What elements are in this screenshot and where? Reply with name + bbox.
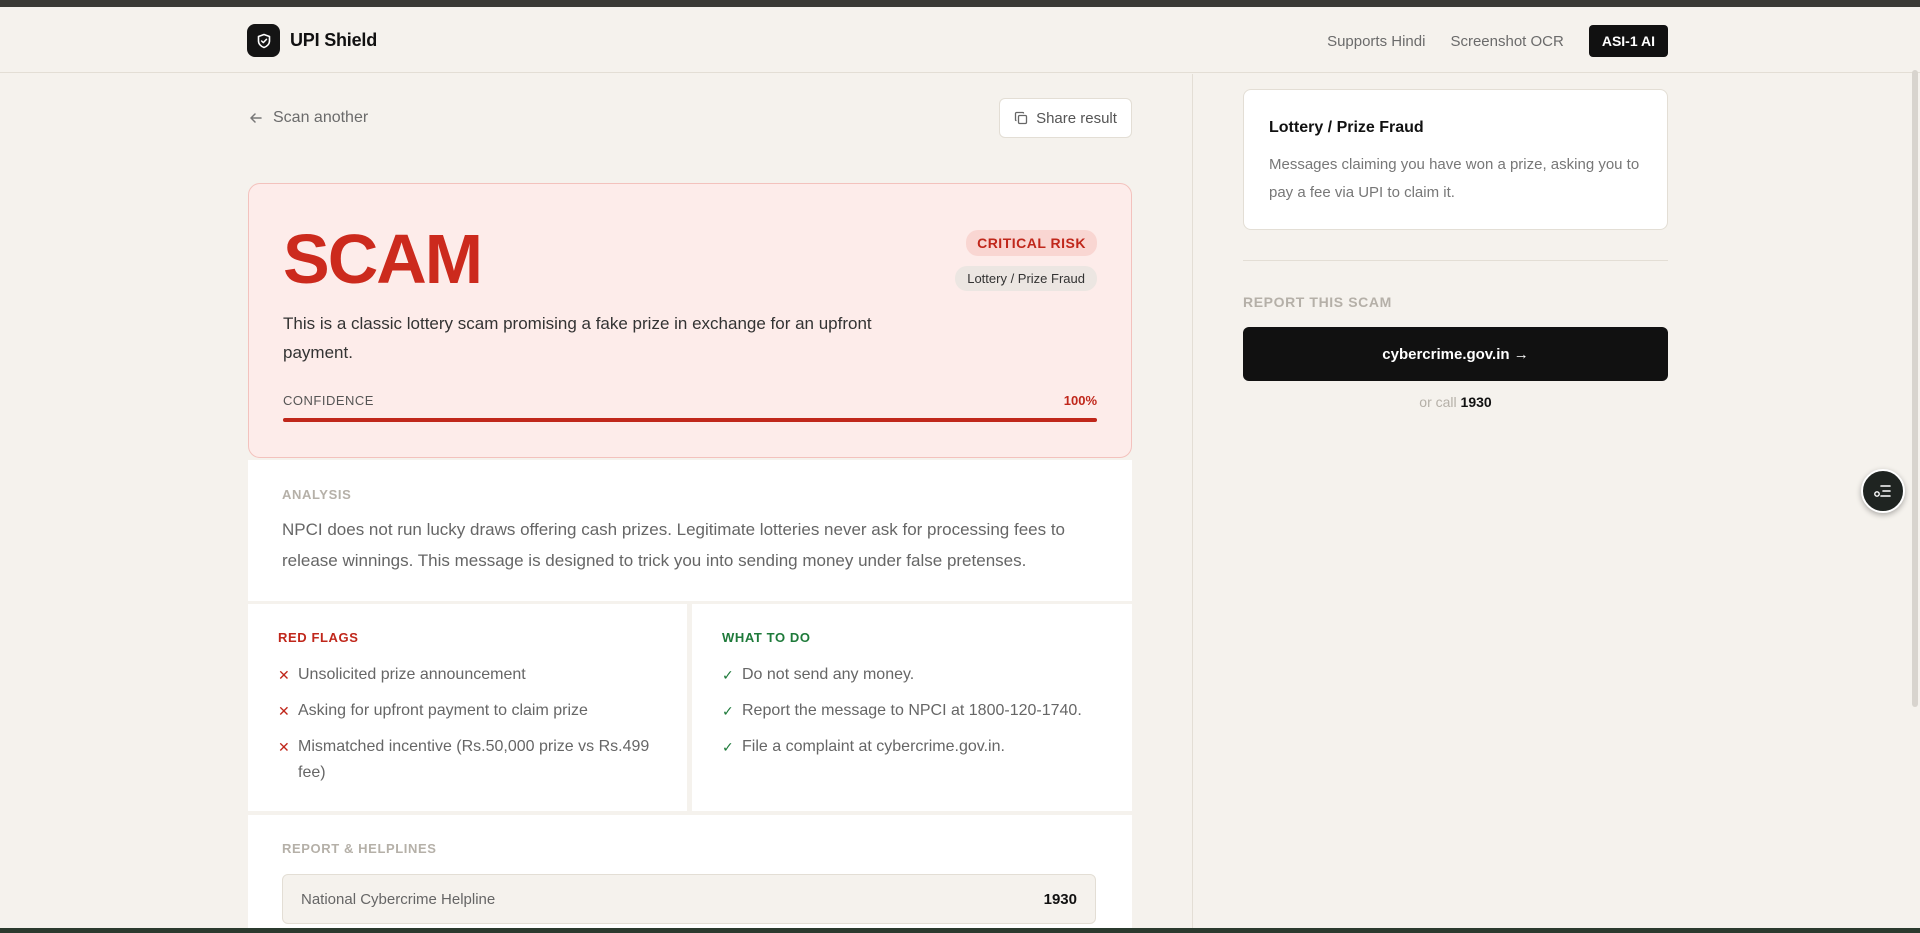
- ai-badge[interactable]: ASI-1 AI: [1588, 25, 1668, 57]
- list-item: ✓ Do not send any money.: [722, 662, 1112, 688]
- check-icon: ✓: [722, 703, 734, 719]
- copy-icon: [1014, 111, 1028, 125]
- red-flag-text: Mismatched incentive (Rs.50,000 prize vs…: [298, 738, 650, 781]
- floating-menu-button[interactable]: [1861, 469, 1905, 513]
- scrollbar-thumb[interactable]: [1912, 70, 1918, 707]
- check-icon: ✓: [722, 667, 734, 683]
- share-result-label: Share result: [1036, 109, 1117, 127]
- x-icon: ✕: [278, 667, 290, 683]
- header-nav: Supports Hindi Screenshot OCR ASI-1 AI: [1327, 25, 1668, 57]
- confidence-bar-fill: [283, 418, 1097, 422]
- helpline-number: 1930: [1043, 890, 1077, 908]
- or-call-number[interactable]: 1930: [1461, 394, 1492, 410]
- confidence-label: CONFIDENCE: [283, 393, 374, 408]
- scan-another-label: Scan another: [273, 109, 369, 126]
- action-text: Report the message to NPCI at 1800-120-1…: [742, 702, 1082, 719]
- action-text: Do not send any money.: [742, 666, 915, 683]
- list-item: ✕ Unsolicited prize announcement: [278, 662, 668, 688]
- check-icon: ✓: [722, 739, 734, 755]
- list-item: ✓ File a complaint at cybercrime.gov.in.: [722, 734, 1112, 760]
- red-flags-label: RED FLAGS: [278, 630, 359, 645]
- or-call-prefix: or call: [1419, 394, 1457, 410]
- list-item: ✕ Asking for upfront payment to claim pri…: [278, 698, 668, 724]
- fraud-type-title: Lottery / Prize Fraud: [1269, 119, 1424, 136]
- red-flags-list: ✕ Unsolicited prize announcement ✕ Asking …: [278, 662, 668, 796]
- window-top-strip: [0, 0, 1920, 7]
- confidence-value: 100%: [1063, 393, 1097, 408]
- what-to-do-label: WHAT TO DO: [722, 630, 811, 645]
- fraud-type-card: Lottery / Prize Fraud Messages claiming …: [1243, 89, 1668, 230]
- column-divider: [1192, 74, 1193, 933]
- verdict-card: SCAM CRITICAL RISK Lottery / Prize Fraud…: [248, 183, 1132, 458]
- x-icon: ✕: [278, 739, 290, 755]
- verdict-title: SCAM: [283, 220, 483, 298]
- category-badge: Lottery / Prize Fraud: [955, 266, 1097, 291]
- list-item: ✕ Mismatched incentive (Rs.50,000 prize v…: [278, 734, 668, 786]
- list-item: ✓ Report the message to NPCI at 1800-120-…: [722, 698, 1112, 724]
- app-header: UPI Shield Supports Hindi Screenshot OCR…: [0, 7, 1920, 73]
- helpline-name: National Cybercrime Helpline: [301, 890, 496, 908]
- risk-badge: CRITICAL RISK: [966, 230, 1097, 256]
- list-settings-icon: [1874, 485, 1891, 497]
- brand[interactable]: UPI Shield: [247, 24, 377, 57]
- taskbar-strip: [0, 928, 1920, 933]
- or-call-text: or call 1930: [1243, 394, 1668, 410]
- arrow-left-icon: [250, 113, 262, 123]
- scan-another-link[interactable]: Scan another: [249, 109, 368, 127]
- red-flags-section: RED FLAGS ✕ Unsolicited prize announcemen…: [248, 604, 687, 811]
- x-icon: ✕: [278, 703, 290, 719]
- nav-screenshot-ocr[interactable]: Screenshot OCR: [1450, 33, 1563, 50]
- verdict-summary: This is a classic lottery scam promising…: [283, 314, 872, 362]
- action-text: File a complaint at cybercrime.gov.in.: [742, 738, 1005, 755]
- sidebar-divider: [1243, 260, 1668, 261]
- helpline-row[interactable]: National Cybercrime Helpline 1930: [282, 874, 1096, 924]
- confidence-bar: [283, 418, 1097, 422]
- fraud-type-description: Messages claiming you have won a prize, …: [1269, 156, 1640, 201]
- what-to-do-section: WHAT TO DO ✓ Do not send any money. ✓ Repo…: [692, 604, 1132, 811]
- brand-name: UPI Shield: [290, 30, 378, 50]
- helplines-label: REPORT & HELPLINES: [282, 841, 437, 856]
- what-to-do-list: ✓ Do not send any money. ✓ Report the mess…: [722, 662, 1112, 770]
- cybercrime-report-button[interactable]: cybercrime.gov.in →: [1243, 327, 1668, 381]
- shield-icon: [247, 24, 280, 57]
- analysis-text: NPCI does not run lucky draws offering c…: [282, 520, 1066, 570]
- analysis-section: ANALYSIS NPCI does not run lucky draws o…: [248, 460, 1132, 601]
- helplines-section: REPORT & HELPLINES National Cybercrime H…: [248, 815, 1132, 933]
- share-result-button[interactable]: Share result: [999, 98, 1132, 138]
- report-scam-label: REPORT THIS SCAM: [1243, 294, 1392, 310]
- analysis-label: ANALYSIS: [282, 487, 352, 502]
- red-flag-text: Unsolicited prize announcement: [298, 666, 526, 683]
- nav-supports-hindi[interactable]: Supports Hindi: [1327, 33, 1425, 50]
- red-flag-text: Asking for upfront payment to claim priz…: [298, 702, 588, 719]
